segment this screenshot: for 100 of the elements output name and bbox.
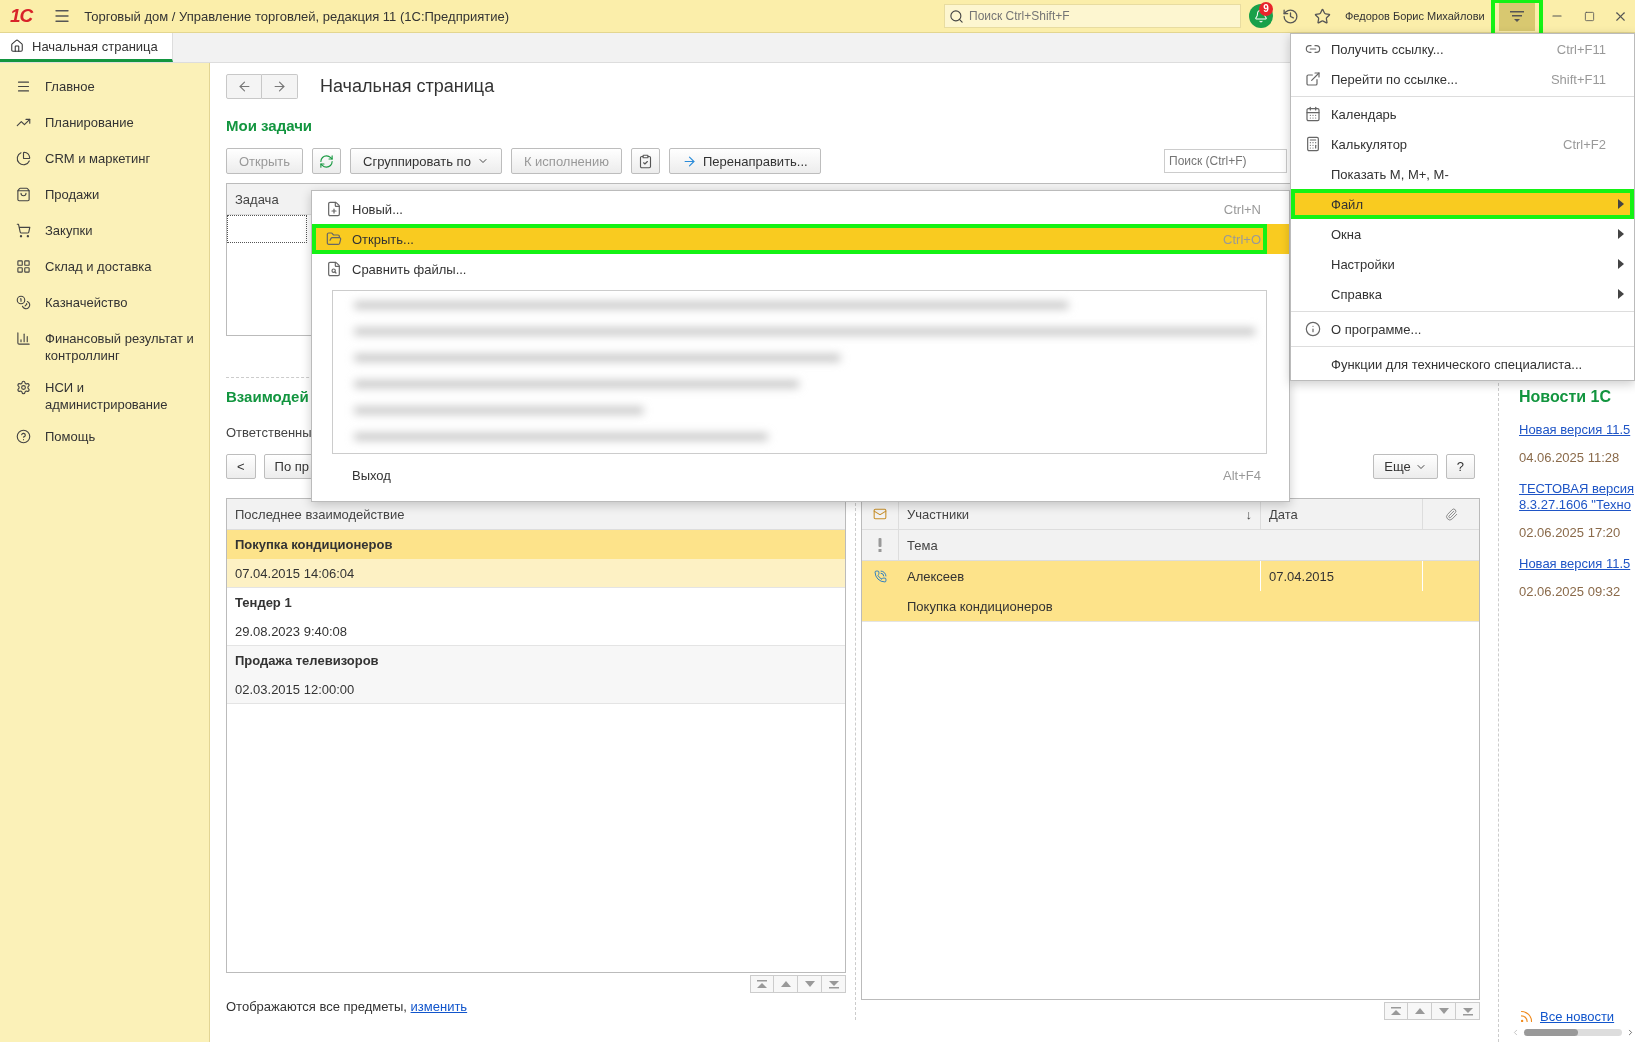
- logo: 1С: [10, 5, 33, 27]
- scroll-to-top-icon: [754, 977, 770, 991]
- calendar-icon: [1305, 106, 1321, 122]
- selected-row[interactable]: [227, 215, 307, 243]
- menu-item[interactable]: Показать М, М+, М-: [1291, 159, 1634, 189]
- user-name: Федоров Борис Михайлови: [1345, 10, 1486, 22]
- menu-item[interactable]: Новый... Ctrl+N: [312, 194, 1289, 224]
- search-icon: [949, 9, 964, 24]
- forward-arrow-icon: [272, 78, 287, 94]
- menu-item[interactable]: Справка: [1291, 279, 1634, 309]
- submenu-arrow-icon: [1618, 229, 1624, 239]
- menu-lines-icon: [1509, 9, 1525, 23]
- more-button[interactable]: Еще: [1373, 454, 1438, 479]
- rss-icon: [1519, 1009, 1534, 1024]
- sidebar-item[interactable]: Закупки: [0, 215, 209, 251]
- news-date: 04.06.2025 11:28: [1519, 450, 1621, 465]
- table-cell-text: Покупка кондиционеров: [906, 597, 1054, 616]
- section-icon: [16, 429, 31, 444]
- back-button[interactable]: [226, 73, 262, 99]
- window-title: Торговый дом / Управление торговлей, редакция 11 (1С:Предприятие): [84, 8, 509, 24]
- column-header: Задача: [234, 190, 280, 209]
- help-button[interactable]: ?: [1445, 454, 1475, 479]
- sidebar-item[interactable]: НСИ и администрирование: [0, 372, 209, 421]
- menu-item[interactable]: Окна: [1291, 219, 1634, 249]
- section-icon: [16, 331, 31, 346]
- scroll-down-button[interactable]: [1432, 1002, 1456, 1020]
- scroll-down-button[interactable]: [798, 975, 822, 993]
- search-field[interactable]: Поиск (Ctrl+F): [1164, 149, 1287, 173]
- subject-title: Тендер 1: [234, 594, 293, 612]
- menu-item[interactable]: Калькулятор Ctrl+F2: [1291, 129, 1634, 159]
- section-icon: [16, 380, 31, 395]
- refresh-button[interactable]: [312, 148, 342, 174]
- scroll-right-icon: [1626, 1027, 1635, 1037]
- scroll-to-top-button[interactable]: [750, 975, 774, 993]
- search-field[interactable]: Поиск Ctrl+Shift+F: [944, 4, 1241, 28]
- sidebar-item[interactable]: Казначейство: [0, 287, 209, 323]
- page-title: Начальная страница: [320, 75, 495, 97]
- menu-item[interactable]: Функции для технического специалиста...: [1291, 349, 1634, 379]
- file-search-icon: [326, 261, 342, 277]
- tab[interactable]: Начальная страница: [0, 33, 173, 62]
- file-plus-icon: [326, 201, 342, 217]
- importance-icon: [878, 538, 882, 552]
- sidebar-item[interactable]: CRM и маркетинг: [0, 143, 209, 179]
- news-link[interactable]: ТЕСТОВАЯ версия 8.3.27.1606 "Техно: [1519, 481, 1635, 513]
- table-row[interactable]: Покупка кондиционеров 07.04.2015 14:06:04: [227, 530, 845, 588]
- scroll-to-bottom-button[interactable]: [1456, 1002, 1480, 1020]
- table-row[interactable]: Продажа телевизоров 02.03.2015 12:00:00: [227, 646, 845, 704]
- notification-count: 9: [1259, 2, 1273, 16]
- menu-item[interactable]: Сравнить файлы...: [312, 254, 1289, 284]
- subject-title: Продажа телевизоров: [234, 652, 380, 670]
- column-header: Участники: [907, 506, 970, 522]
- news-date: 02.06.2025 09:32: [1519, 584, 1622, 599]
- sidebar-item[interactable]: Главное: [0, 71, 209, 107]
- info-icon: [1305, 321, 1321, 337]
- forward-button[interactable]: [262, 73, 298, 99]
- envelope-icon: [873, 507, 887, 521]
- menu-item[interactable]: Получить ссылку... Ctrl+F11: [1291, 34, 1634, 64]
- sidebar-item[interactable]: Планирование: [0, 107, 209, 143]
- group-by-dropdown[interactable]: Сгруппировать по: [350, 148, 502, 174]
- field-label: Ответственны: [226, 425, 312, 440]
- table-row[interactable]: Алексеев 07.04.2015 Покупка кондиционеров: [862, 561, 1479, 622]
- redirect-button[interactable]: Перенаправить...: [669, 148, 821, 174]
- menu-item[interactable]: Настройки: [1291, 249, 1634, 279]
- section-icon: [16, 187, 31, 202]
- scroll-to-top-button[interactable]: [1384, 1002, 1408, 1020]
- home-icon: [10, 39, 24, 53]
- menu-item[interactable]: Календарь: [1291, 99, 1634, 129]
- phone-icon: [874, 569, 887, 583]
- menu-icon: [53, 7, 72, 25]
- sort-mark: ↓: [1245, 506, 1252, 522]
- all-news-link[interactable]: Все новости: [1540, 1009, 1615, 1024]
- sidebar-item[interactable]: Продажи: [0, 179, 209, 215]
- scroll-up-button[interactable]: [774, 975, 798, 993]
- news-link[interactable]: Новая версия 11.5: [1519, 556, 1635, 572]
- subject-title: Покупка кондиционеров: [227, 530, 845, 559]
- scroll-up-button[interactable]: [1408, 1002, 1432, 1020]
- clipboard-button[interactable]: [631, 148, 660, 174]
- section-icon: [16, 79, 31, 94]
- back-button[interactable]: <: [226, 454, 256, 479]
- subject-date: 29.08.2023 9:40:08: [234, 622, 349, 641]
- submenu-arrow-icon: [1618, 199, 1624, 209]
- subject-date: 02.03.2015 12:00:00: [234, 680, 356, 699]
- news-link[interactable]: Новая версия 11.5: [1519, 422, 1635, 438]
- sidebar-item[interactable]: Склад и доставка: [0, 251, 209, 287]
- change-link[interactable]: изменить: [410, 999, 468, 1014]
- news-heading: Новости 1С: [1519, 388, 1612, 406]
- arrow-right-icon: [682, 153, 697, 169]
- scroll-to-bottom-button[interactable]: [822, 975, 846, 993]
- menu-item[interactable]: Перейти по ссылке... Shift+F11: [1291, 64, 1634, 94]
- notifications-button[interactable]: 9: [1249, 4, 1273, 28]
- refresh-icon: [319, 153, 335, 169]
- scroll-to-top-icon: [1388, 1004, 1404, 1018]
- folder-icon: [326, 231, 342, 247]
- column-header: Тема: [906, 536, 939, 555]
- horizontal-scrollbar[interactable]: [1511, 1026, 1635, 1038]
- main-menu-button[interactable]: [1499, 1, 1535, 31]
- menu-item[interactable]: О программе...: [1291, 314, 1634, 344]
- calculator-icon: [1305, 136, 1321, 152]
- sidebar-item[interactable]: Помощь: [0, 421, 209, 457]
- sidebar-item[interactable]: Финансовый результат и контроллинг: [0, 323, 209, 372]
